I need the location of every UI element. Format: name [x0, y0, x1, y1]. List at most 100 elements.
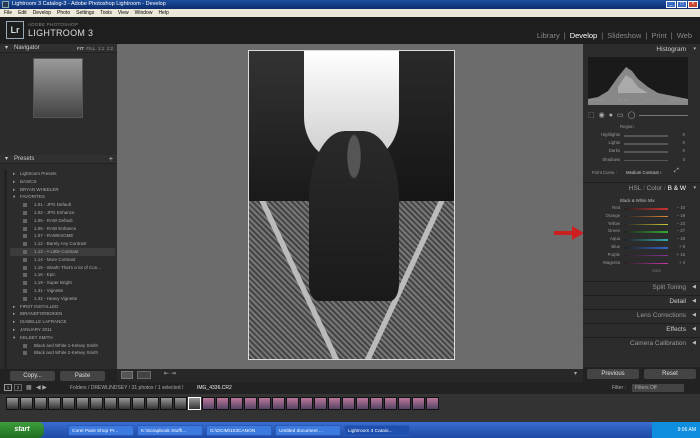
menu-settings[interactable]: Settings: [76, 9, 94, 17]
preset-item[interactable]: 1.16 - Epic: [10, 271, 115, 279]
preset-item[interactable]: 1.31 - Vignette: [10, 287, 115, 295]
bw-slider[interactable]: [624, 262, 668, 265]
preset-item[interactable]: 1.05 - RAW Default: [10, 217, 115, 225]
tone-row[interactable]: Highlights 0: [590, 132, 685, 139]
preset-folder[interactable]: KELSEY SMITH: [10, 334, 115, 342]
filmstrip-thumbnail[interactable]: [412, 397, 425, 410]
navigator-header[interactable]: ▾ Navigator FIT FILL 1:1 1:2: [0, 44, 117, 53]
filmstrip-thumbnail[interactable]: [174, 397, 187, 410]
filmstrip-thumbnail[interactable]: [90, 397, 103, 410]
bw-row-green[interactable]: Green − 27: [590, 228, 685, 235]
copy-button[interactable]: Copy...: [10, 371, 55, 381]
filmstrip-thumbnail[interactable]: [34, 397, 47, 410]
filmstrip-thumbnail[interactable]: [118, 397, 131, 410]
bw-slider[interactable]: [624, 215, 668, 218]
tone-slider[interactable]: [624, 143, 668, 145]
crop-icon[interactable]: ⬚: [588, 111, 595, 119]
bw-slider[interactable]: [624, 231, 668, 233]
filmstrip-thumbnail[interactable]: [132, 397, 145, 410]
filmstrip-thumbnail[interactable]: [356, 397, 369, 410]
bw-row-magenta[interactable]: Magenta + 4: [590, 260, 685, 267]
module-print[interactable]: Print: [651, 31, 666, 40]
graduated-filter-icon[interactable]: ▭: [617, 111, 624, 119]
section-split-toning[interactable]: Split Toning ◀: [583, 281, 700, 292]
menu-file[interactable]: File: [4, 9, 12, 17]
module-library[interactable]: Library: [537, 31, 560, 40]
menu-edit[interactable]: Edit: [18, 9, 27, 17]
bw-slider[interactable]: [624, 247, 668, 249]
filter-select[interactable]: Filters Off: [632, 384, 684, 392]
page-2-button[interactable]: 2: [14, 384, 22, 391]
filmstrip-thumbnail[interactable]: [244, 397, 257, 410]
menu-window[interactable]: Window: [135, 9, 153, 17]
tone-row[interactable]: Shadows 0: [590, 157, 685, 164]
reset-button[interactable]: Reset: [644, 369, 696, 379]
section-camera-calibration[interactable]: Camera Calibration ◀: [583, 337, 700, 348]
zoom-fit[interactable]: FIT: [77, 46, 84, 51]
section-lens-corrections[interactable]: Lens Corrections ◀: [583, 309, 700, 320]
preset-item[interactable]: 1.06 - RAW Enhance: [10, 225, 115, 233]
filmstrip-thumbnail[interactable]: [216, 397, 229, 410]
bw-row-blue[interactable]: Blue + 9: [590, 244, 685, 251]
spot-removal-icon[interactable]: ◉: [599, 111, 605, 119]
bw-row-red[interactable]: Red − 10: [590, 205, 685, 212]
bw-row-purple[interactable]: Purple + 15: [590, 252, 685, 259]
before-after-icon[interactable]: [137, 371, 151, 379]
filmstrip-thumbnail[interactable]: [286, 397, 299, 410]
bw-slider[interactable]: [624, 254, 668, 257]
preset-folder[interactable]: FAVORITES: [10, 193, 115, 201]
menu-view[interactable]: View: [118, 9, 129, 17]
tone-row[interactable]: Lights 0: [590, 140, 685, 147]
filmstrip-thumbnail[interactable]: [76, 397, 89, 410]
section-detail[interactable]: Detail ◀: [583, 295, 700, 306]
close-button[interactable]: ×: [688, 1, 698, 8]
task-dcim[interactable]: G:\DCIM\103CANON: [206, 425, 272, 436]
module-web[interactable]: Web: [677, 31, 692, 40]
bw-slider[interactable]: [624, 208, 668, 210]
grid-view-icon[interactable]: ▦: [26, 382, 32, 394]
filmstrip-thumbnail[interactable]: [300, 397, 313, 410]
curve-edit-icon[interactable]: ⤢: [674, 168, 682, 176]
preset-item[interactable]: 1.01 - JPG Default: [10, 201, 115, 209]
task-paintshop[interactable]: Corel Paint Shop Pr...: [68, 425, 134, 436]
preset-folder[interactable]: FIRST INSTALLED: [10, 303, 115, 311]
preset-folder[interactable]: IBRANDFORBOKEN: [10, 310, 115, 318]
filmstrip-thumbnail[interactable]: [398, 397, 411, 410]
preset-folder[interactable]: ISABELLE LAFRANCE: [10, 318, 115, 326]
task-scrapbook[interactable]: K:\Scrapbook Stuff\...: [137, 425, 203, 436]
start-button[interactable]: start: [0, 422, 44, 438]
preset-item[interactable]: Black and White 1-Kelsey Smith: [10, 342, 115, 350]
preset-item[interactable]: 1.12 - Barely Any Contrast: [10, 240, 115, 248]
bw-row-aqua[interactable]: Aqua − 18: [590, 236, 685, 243]
filmstrip-thumbnail[interactable]: [160, 397, 173, 410]
filmstrip-thumbnail[interactable]: [62, 397, 75, 410]
filmstrip-thumbnail[interactable]: [48, 397, 61, 410]
filmstrip-thumbnail[interactable]: [342, 397, 355, 410]
bw-slider[interactable]: [624, 239, 668, 241]
zoom-1-2[interactable]: 1:2: [107, 46, 113, 51]
bw-slider[interactable]: [624, 223, 668, 226]
preset-item[interactable]: 1.02 - JPG Enhance: [10, 209, 115, 217]
auto-button[interactable]: Auto: [652, 268, 661, 273]
filmstrip-thumbnail[interactable]: [146, 397, 159, 410]
tone-slider[interactable]: [624, 159, 668, 162]
minimize-button[interactable]: _: [666, 1, 676, 8]
navigator-preview[interactable]: [33, 58, 83, 118]
bw-row-yellow[interactable]: Yellow − 23: [590, 221, 685, 228]
tab-color[interactable]: Color: [647, 185, 663, 192]
presets-header[interactable]: ▾ Presets +: [0, 155, 117, 164]
filmstrip-thumbnail[interactable]: [314, 397, 327, 410]
menu-help[interactable]: Help: [158, 9, 168, 17]
tone-row[interactable]: Darks 0: [590, 148, 685, 155]
point-curve-select[interactable]: Medium Contrast ↕: [626, 170, 662, 175]
task-document[interactable]: Untitled document ...: [275, 425, 341, 436]
add-preset-icon[interactable]: +: [109, 155, 113, 164]
filmstrip-thumbnail[interactable]: [202, 397, 215, 410]
paste-button[interactable]: Paste: [60, 371, 105, 381]
filmstrip-thumbnail[interactable]: [426, 397, 439, 410]
filmstrip-thumbnail[interactable]: [328, 397, 341, 410]
toolbar-menu-icon[interactable]: ▾: [574, 370, 577, 377]
module-develop[interactable]: Develop: [570, 31, 598, 40]
page-1-button[interactable]: 1: [4, 384, 12, 391]
filmstrip-thumbnail[interactable]: [20, 397, 33, 410]
